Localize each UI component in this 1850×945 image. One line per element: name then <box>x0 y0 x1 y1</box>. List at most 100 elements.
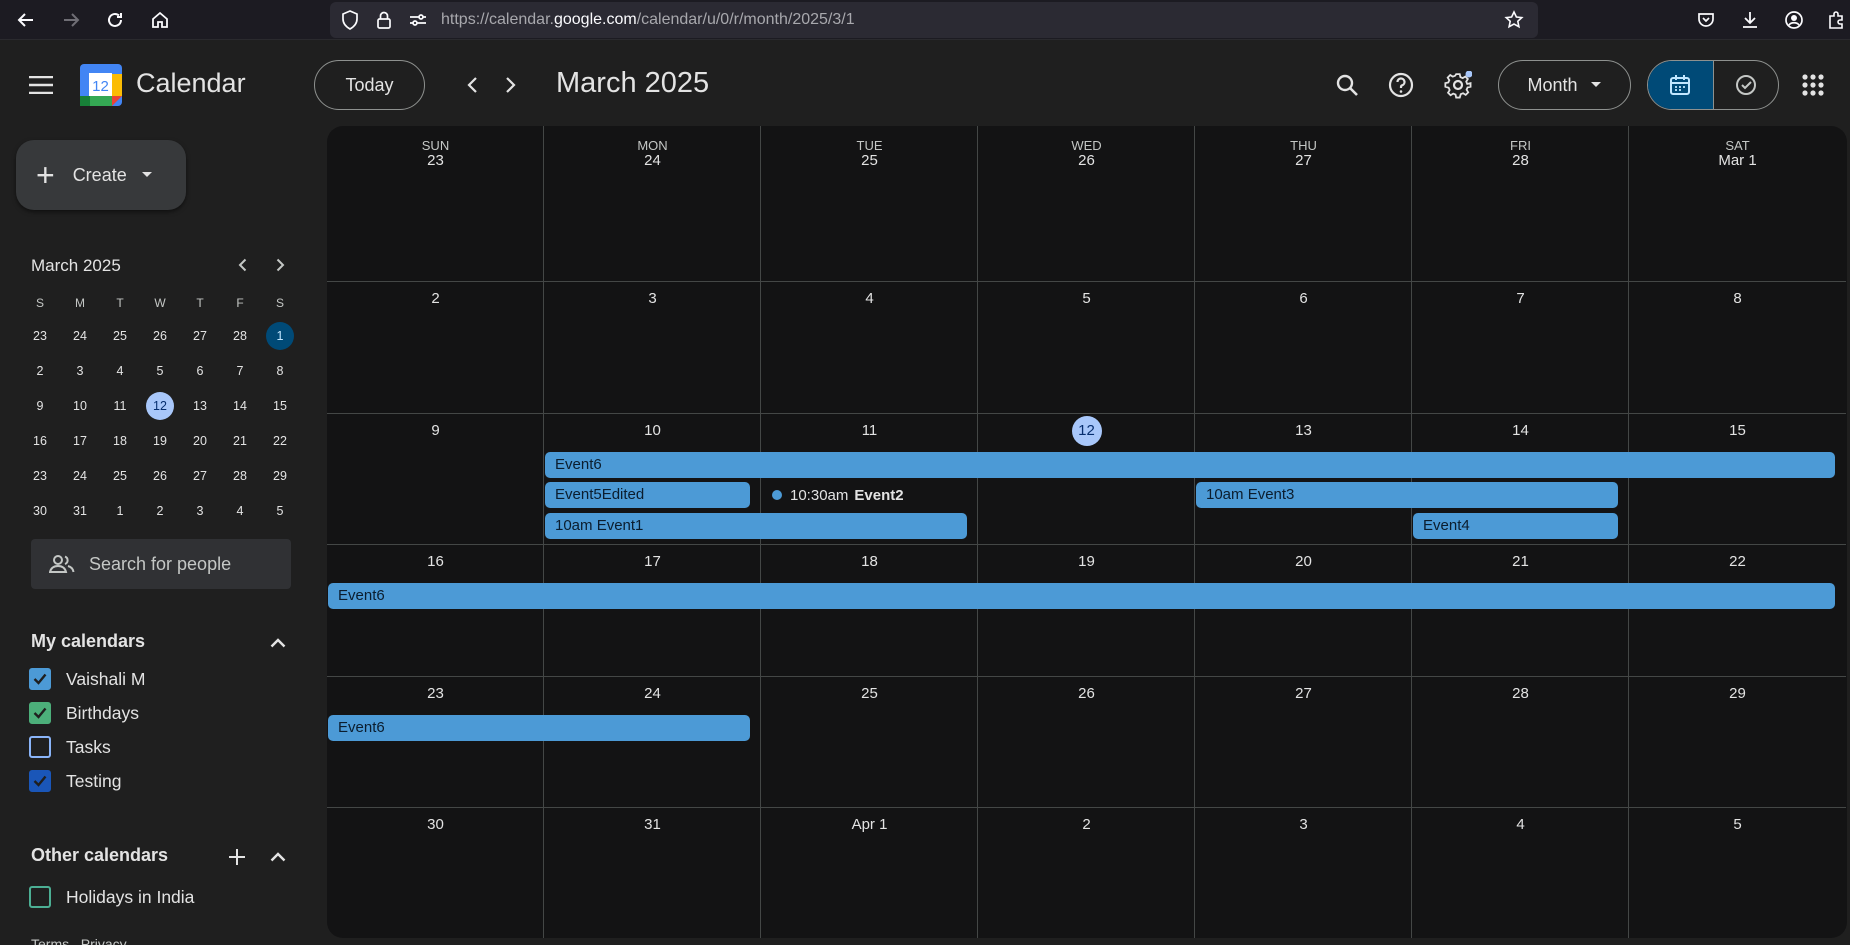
mini-prev-month-icon[interactable] <box>227 250 257 280</box>
mini-day[interactable]: 27 <box>180 318 220 353</box>
event-bar[interactable]: Event6 <box>545 451 1835 478</box>
help-icon[interactable] <box>1379 63 1423 107</box>
mini-day[interactable]: 2 <box>20 353 60 388</box>
mini-day[interactable]: 24 <box>60 318 100 353</box>
date-number[interactable]: 27 <box>1195 679 1412 709</box>
home-icon[interactable] <box>146 6 174 34</box>
search-people-input[interactable]: Search for people <box>31 539 291 589</box>
other-calendars-title[interactable]: Other calendars <box>31 845 168 866</box>
date-number[interactable]: 28 <box>1412 679 1629 709</box>
date-number[interactable]: 9 <box>327 416 544 446</box>
mini-day[interactable]: 26 <box>140 458 180 493</box>
download-icon[interactable] <box>1736 6 1764 34</box>
mini-day[interactable]: 24 <box>60 458 100 493</box>
event-chip[interactable]: 10:30am Event2 <box>762 482 904 508</box>
mini-day[interactable]: 28 <box>220 458 260 493</box>
event-bar[interactable]: Event5Edited <box>545 482 750 508</box>
date-number[interactable]: 6 <box>1195 284 1412 314</box>
mini-day[interactable]: 3 <box>180 493 220 528</box>
collapse-chevron-up-icon[interactable] <box>263 628 293 658</box>
mini-day[interactable]: 14 <box>220 388 260 423</box>
calendar-item[interactable]: Birthdays <box>29 697 139 729</box>
mini-day[interactable]: 31 <box>60 493 100 528</box>
search-icon[interactable] <box>1325 63 1369 107</box>
reload-icon[interactable] <box>101 6 129 34</box>
date-number[interactable]: 10 <box>544 416 761 446</box>
date-number[interactable]: 18 <box>761 547 978 577</box>
mini-day[interactable]: 10 <box>60 388 100 423</box>
url-text[interactable]: https://calendar.google.com/calendar/u/0… <box>441 11 855 29</box>
event-bar[interactable]: 10am Event3 <box>1196 482 1618 508</box>
my-calendars-title[interactable]: My calendars <box>31 631 145 652</box>
mini-day[interactable]: 3 <box>60 353 100 388</box>
date-number[interactable]: 8 <box>1629 284 1846 314</box>
calendar-item[interactable]: Vaishali M <box>29 663 145 695</box>
event-bar[interactable]: Event4 <box>1413 512 1618 539</box>
mini-day[interactable]: 8 <box>260 353 300 388</box>
calendar-item[interactable]: Testing <box>29 765 121 797</box>
shield-icon[interactable] <box>336 6 364 34</box>
event-bar[interactable]: 10am Event1 <box>545 512 967 539</box>
address-bar[interactable]: https://calendar.google.com/calendar/u/0… <box>330 2 1538 38</box>
mini-day[interactable]: 22 <box>260 423 300 458</box>
mini-day[interactable]: 15 <box>260 388 300 423</box>
calendar-logo[interactable]: 12 <box>80 64 122 106</box>
event-bar[interactable]: Event6 <box>328 583 1835 609</box>
date-number[interactable]: 19 <box>978 547 1195 577</box>
mini-day[interactable]: 6 <box>180 353 220 388</box>
date-number[interactable]: 13 <box>1195 416 1412 446</box>
date-number[interactable]: 30 <box>327 810 544 840</box>
google-apps-icon[interactable] <box>1791 63 1835 107</box>
mini-day[interactable]: 18 <box>100 423 140 458</box>
date-number[interactable]: 11 <box>761 416 978 446</box>
mini-day[interactable]: 7 <box>220 353 260 388</box>
mini-day[interactable]: 2 <box>140 493 180 528</box>
date-number[interactable]: 4 <box>1412 810 1629 840</box>
date-number[interactable]: 2 <box>978 810 1195 840</box>
mini-day[interactable]: 28 <box>220 318 260 353</box>
calendar-item[interactable]: Tasks <box>29 731 111 763</box>
checkbox-unchecked-icon[interactable] <box>29 886 51 908</box>
next-month-icon[interactable] <box>489 63 533 107</box>
date-number[interactable]: 25 <box>761 679 978 709</box>
mini-day[interactable]: 4 <box>220 493 260 528</box>
footer-links[interactable]: Terms Privacy <box>31 936 127 945</box>
date-number[interactable]: 3 <box>1195 810 1412 840</box>
mini-day[interactable]: 5 <box>140 353 180 388</box>
tasks-view-icon[interactable] <box>1712 61 1779 109</box>
checkbox-unchecked-icon[interactable] <box>29 736 51 758</box>
mini-day[interactable]: 20 <box>180 423 220 458</box>
back-icon[interactable] <box>12 6 40 34</box>
mini-day[interactable]: 9 <box>20 388 60 423</box>
checkbox-checked-icon[interactable] <box>29 702 51 724</box>
date-number[interactable]: 21 <box>1412 547 1629 577</box>
app-title[interactable]: Calendar <box>136 68 246 99</box>
site-permissions-icon[interactable] <box>404 6 432 34</box>
date-number[interactable]: 20 <box>1195 547 1412 577</box>
date-number[interactable]: 29 <box>1629 679 1846 709</box>
checkbox-checked-icon[interactable] <box>29 668 51 690</box>
checkbox-checked-icon[interactable] <box>29 770 51 792</box>
mini-day[interactable]: 27 <box>180 458 220 493</box>
create-button[interactable]: + Create <box>16 140 186 210</box>
mini-day[interactable]: 23 <box>20 458 60 493</box>
mini-day[interactable]: 13 <box>180 388 220 423</box>
mini-day[interactable]: 11 <box>100 388 140 423</box>
date-number[interactable]: 22 <box>1629 547 1846 577</box>
date-number[interactable]: 24 <box>544 679 761 709</box>
collapse-chevron-up-icon[interactable] <box>263 842 293 872</box>
mini-day[interactable]: 4 <box>100 353 140 388</box>
date-number[interactable]: Apr 1 <box>761 810 978 840</box>
mini-day[interactable]: 5 <box>260 493 300 528</box>
date-number[interactable]: 31 <box>544 810 761 840</box>
mini-day[interactable]: 1 <box>260 318 300 353</box>
mini-day[interactable]: 29 <box>260 458 300 493</box>
mini-day[interactable]: 12 <box>140 388 180 423</box>
mini-day[interactable]: 17 <box>60 423 100 458</box>
date-number[interactable]: 2 <box>327 284 544 314</box>
mini-next-month-icon[interactable] <box>265 250 295 280</box>
mini-day[interactable]: 16 <box>20 423 60 458</box>
calendar-view-icon[interactable] <box>1648 61 1713 109</box>
date-number[interactable]: 4 <box>761 284 978 314</box>
settings-gear-icon[interactable] <box>1436 63 1480 107</box>
